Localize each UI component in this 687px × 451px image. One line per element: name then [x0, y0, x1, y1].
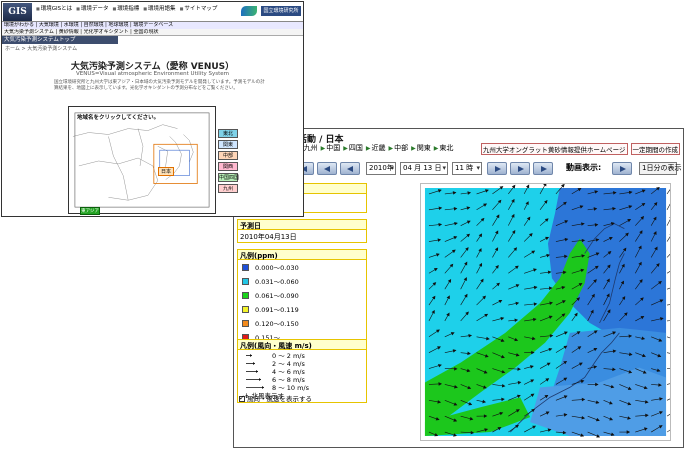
area-button[interactable]: 九州 — [218, 184, 238, 193]
header-link-index[interactable]: 環境指標 — [112, 4, 139, 12]
wind-rows: 0 〜 2 m/s 2 〜 4 m/s 4 〜 6 m/s 6 〜 8 m/s 8 〜 … — [238, 350, 366, 392]
region-link-chubu[interactable]: 中部 — [389, 143, 408, 153]
region-select-map[interactable]: 地域名をクリックしてください。 — [68, 106, 216, 214]
japan-area-button[interactable]: 日本 — [158, 167, 174, 176]
one-day-button[interactable]: 1日分の表示 — [639, 162, 681, 175]
venus-top-window: GIS 環境GISとは 環境データ 環境指標 環境用語集 サイトマップ 国立環境… — [1, 1, 304, 217]
area-button[interactable]: 中部 — [218, 151, 238, 160]
forecast-date-heading: 予測日 — [238, 220, 366, 230]
legend-label: 0.000〜0.030 — [255, 264, 299, 272]
top-links: 九州大学オングラット黄砂情報提供ホームページ 一定期間の作成 — [480, 143, 680, 155]
wind-checkbox[interactable] — [239, 394, 245, 402]
system-subtitle: VENUS=Visual atmospheric Environment Uti… — [76, 71, 229, 77]
legend-heading: 凡例(ppm) — [238, 250, 366, 260]
area-button[interactable]: 中国四国 — [218, 173, 239, 182]
region-link-kanto[interactable]: 関東 — [411, 143, 431, 153]
forecast-date-value: 2010年04月13日 — [240, 233, 297, 241]
next-day-button[interactable] — [533, 162, 553, 175]
sub-menu[interactable]: 大気汚染予測システム | 黄砂情報 | 光化学オキシダント | 全国の現状 — [2, 29, 303, 36]
next-step-button[interactable] — [510, 162, 530, 175]
play-animation-button[interactable] — [612, 162, 632, 175]
legend-swatch — [242, 291, 249, 299]
wind-arrow-icon — [246, 369, 258, 373]
map-hint: 地域名をクリックしてください。 — [77, 115, 160, 121]
legend-row: 0.000〜0.030 — [238, 260, 366, 274]
legend-label: 0.061〜0.090 — [255, 292, 299, 300]
prev-step-button[interactable] — [317, 162, 337, 175]
legend-label: 0.031〜0.060 — [255, 278, 299, 286]
region-nav: 九州 中国 四国 近畿 中部 関東 東北 — [298, 143, 454, 153]
nies-logo-icon — [241, 6, 257, 16]
breadcrumb[interactable]: ホーム > 大気汚染予測システム — [5, 45, 77, 52]
area-button[interactable]: 東北 — [218, 129, 238, 138]
legend-rows: 0.000〜0.030 0.031〜0.060 0.061〜0.090 0.091〜0… — [238, 260, 366, 344]
legend-swatch — [242, 319, 249, 327]
wind-arrow-icon — [246, 361, 255, 365]
main-menu[interactable]: 環境がわかる | 大気環境 | 水環境 | 自然環境 | 地球環境 | 環境デー… — [2, 22, 303, 29]
header-links: 環境GISとは 環境データ 環境指標 環境用語集 サイトマップ — [36, 4, 218, 12]
section-bar: 大気汚染予測システムトップ — [2, 36, 118, 44]
region-link-shikoku[interactable]: 四国 — [343, 143, 363, 153]
legend-row: 0.120〜0.150 — [238, 316, 366, 330]
time-controls: 2010年 04 月 13 日 11 時 動画表示: 1日分の表示 — [294, 162, 681, 176]
prev-hour-button[interactable] — [340, 162, 360, 175]
legend-row: 0.061〜0.090 — [238, 288, 366, 302]
animation-label: 動画表示: — [566, 163, 602, 172]
wind-arrow-icon — [246, 353, 252, 357]
legend-label: 0.091〜0.119 — [255, 306, 299, 314]
east-asia-button[interactable]: 東アジア — [80, 207, 100, 215]
wind-toggle[interactable]: 風向・風速を表示する — [239, 393, 312, 403]
legend-label: 0.120〜0.150 — [255, 320, 299, 328]
kyushu-univ-link[interactable]: 九州大学オングラット黄砂情報提供ホームページ — [480, 143, 628, 155]
site-header: GIS 環境GISとは 環境データ 環境指標 環境用語集 サイトマップ 国立環境… — [2, 2, 303, 22]
header-link-about[interactable]: 環境GISとは — [36, 4, 72, 12]
region-link-kinki[interactable]: 近畿 — [366, 143, 386, 153]
header-link-glossary[interactable]: 環境用語集 — [143, 4, 176, 12]
hour-select[interactable]: 11 時 — [452, 162, 482, 175]
legend-swatch — [242, 305, 249, 313]
next-hour-button[interactable] — [487, 162, 507, 175]
legend-row: 0.091〜0.119 — [238, 302, 366, 316]
wind-arrow-icon — [246, 377, 261, 381]
region-link-tohoku[interactable]: 東北 — [434, 143, 453, 153]
system-description: 国立環境研究所と九州大学は東アジア・日本域の大気汚染予測モデルを開発しています。… — [54, 80, 265, 91]
legend-row: 0.031〜0.060 — [238, 274, 366, 288]
year-select[interactable]: 2010年 — [366, 162, 396, 175]
forecast-map[interactable] — [420, 183, 671, 441]
area-button[interactable]: 関東 — [218, 140, 238, 149]
area-buttons: 東北関東中部関西中国四国九州 — [218, 129, 239, 193]
area-button[interactable]: 関西 — [218, 162, 238, 171]
header-link-sitemap[interactable]: サイトマップ — [180, 4, 217, 12]
nies-badge[interactable]: 国立環境研究所 — [261, 6, 301, 16]
region-link-chugoku[interactable]: 中国 — [321, 143, 340, 153]
date-select[interactable]: 04 月 13 日 — [400, 162, 448, 175]
forecast-map-canvas[interactable] — [421, 184, 670, 440]
wind-legend-heading: 凡例(風向・風速 m/s) — [238, 340, 366, 350]
header-link-data[interactable]: 環境データ — [76, 4, 109, 12]
concentration-legend: 凡例(ppm) 0.000〜0.030 0.031〜0.060 0.061〜0.09… — [237, 249, 367, 345]
legend-swatch — [242, 263, 249, 271]
east-asia-map[interactable] — [69, 107, 215, 213]
wind-toggle-label: 風向・風速を表示する — [247, 395, 312, 403]
legend-swatch — [242, 277, 249, 285]
forecast-date-panel: 予測日 2010年04月13日 — [237, 219, 367, 243]
period-create-link[interactable]: 一定期間の作成 — [630, 143, 680, 155]
gis-logo[interactable]: GIS — [3, 3, 32, 21]
